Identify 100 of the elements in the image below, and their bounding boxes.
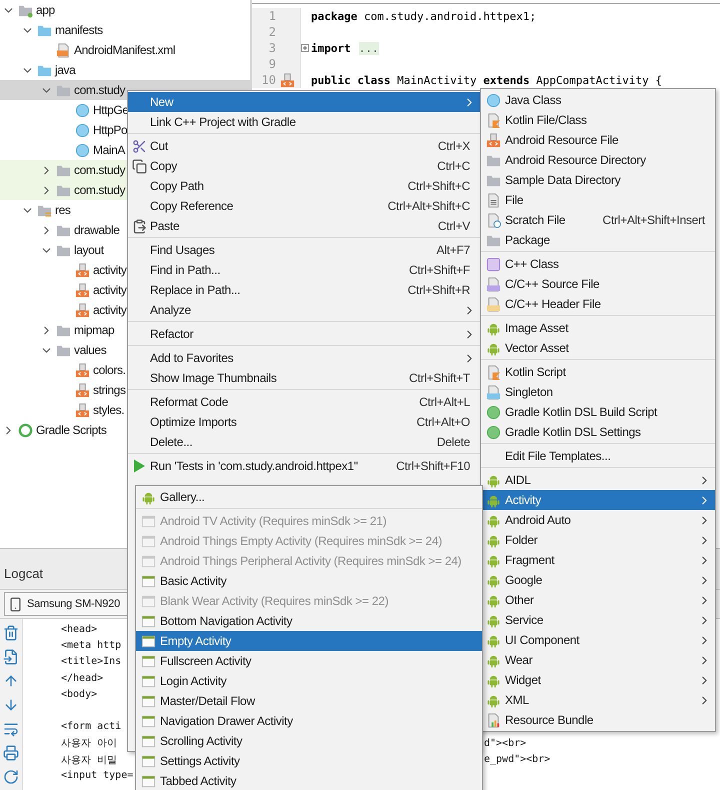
menu-item[interactable]: Login Activity [136, 671, 482, 691]
menu-item[interactable]: Find Usages Alt+F7 [128, 240, 480, 260]
header-file-icon [486, 296, 500, 312]
gradle-icon [486, 404, 500, 420]
class-icon [75, 122, 90, 138]
menu-item[interactable]: Singleton [481, 382, 715, 402]
menu-item[interactable]: XML [481, 690, 715, 710]
menu-item[interactable]: Android Resource File [481, 130, 715, 150]
xml-file-icon [75, 302, 90, 318]
class-icon [75, 102, 90, 118]
menu-item[interactable]: Refactor [128, 324, 480, 344]
menu-item[interactable]: Navigation Drawer Activity [136, 711, 482, 731]
menu-item[interactable]: Fullscreen Activity [136, 651, 482, 671]
menu-item[interactable]: Settings Activity [136, 751, 482, 771]
copy-icon [132, 158, 146, 174]
log-line: e_pwd"><br> [484, 754, 550, 766]
menu-item[interactable]: Scrolling Activity [136, 731, 482, 751]
menu-item[interactable]: Cut Ctrl+X [128, 136, 480, 156]
menu-item[interactable]: C/C++ Source File [481, 274, 715, 294]
tree-item[interactable]: java [0, 60, 250, 80]
log-line: </head> [61, 672, 104, 684]
cpp-class-icon [486, 256, 500, 272]
xml-file-icon [75, 362, 90, 378]
file-icon [486, 192, 500, 208]
menu-item[interactable]: Gradle Kotlin DSL Settings [481, 422, 715, 442]
menu-item[interactable]: Optimize Imports Ctrl+Alt+O [128, 412, 480, 432]
menu-item[interactable]: Sample Data Directory [481, 170, 715, 190]
menu-item[interactable]: Delete... Delete [128, 432, 480, 452]
xml-file-icon [75, 282, 90, 298]
menu-item[interactable]: Edit File Templates... [481, 446, 715, 466]
menu-item[interactable]: Kotlin Script [481, 362, 715, 382]
menu-item[interactable]: Android Resource Directory [481, 150, 715, 170]
menu-item[interactable]: C/C++ Header File [481, 294, 715, 314]
log-line: <form acti [61, 721, 122, 732]
menu-item[interactable]: Find in Path... Ctrl+Shift+F [128, 260, 480, 280]
menu-item[interactable]: Wear [481, 650, 715, 670]
menu-item[interactable]: AIDL [481, 470, 715, 490]
panel-title: Logcat [4, 566, 44, 580]
menu-item[interactable]: Tabbed Activity [136, 771, 482, 790]
menu-item[interactable]: Android Auto [481, 510, 715, 530]
menu-item[interactable]: Paste Ctrl+V [128, 216, 480, 236]
menu-item[interactable]: Google [481, 570, 715, 590]
tree-item[interactable]: AndroidManifest.xml [0, 40, 250, 60]
template-icon [140, 614, 156, 628]
menu-item[interactable]: New [128, 92, 480, 112]
menu-item[interactable]: Package [481, 230, 715, 250]
restart-icon[interactable] [3, 769, 19, 785]
line-number: 9 [268, 57, 276, 71]
folded-code[interactable]: ... [358, 42, 379, 54]
menu-item[interactable]: Service [481, 610, 715, 630]
template-icon [140, 534, 156, 548]
menu-item[interactable]: Activity [481, 490, 715, 510]
menu-item[interactable]: Empty Activity [136, 631, 482, 651]
menu-item[interactable]: Kotlin File/Class [481, 110, 715, 130]
menu-item[interactable]: Gradle Kotlin DSL Build Script [481, 402, 715, 422]
menu-item[interactable]: Show Image Thumbnails Ctrl+Shift+T [128, 368, 480, 388]
xml-file-icon [75, 262, 90, 278]
class-icon [75, 142, 90, 158]
line-number: 2 [268, 25, 276, 39]
template-icon [140, 634, 156, 648]
template-icon [140, 674, 156, 688]
tree-item[interactable]: app [0, 0, 250, 20]
source-file-icon [486, 276, 500, 292]
phone-icon [8, 596, 23, 612]
menu-item[interactable]: Scratch File Ctrl+Alt+Shift+Insert [481, 210, 715, 230]
menu-item[interactable]: UI Component [481, 630, 715, 650]
template-icon [140, 694, 156, 708]
menu-item[interactable]: Fragment [481, 550, 715, 570]
menu-item[interactable]: Basic Activity [136, 571, 482, 591]
menu-item[interactable]: Folder [481, 530, 715, 550]
menu-item[interactable]: Replace in Path... Ctrl+Shift+R [128, 280, 480, 300]
log-line: <meta http [61, 640, 122, 651]
trash-icon[interactable] [3, 625, 19, 641]
menu-item[interactable]: Java Class [481, 90, 715, 110]
menu-item[interactable]: Resource Bundle [481, 710, 715, 730]
menu-item[interactable]: Run 'Tests in 'com.study.android.httpex1'' Ctrl+Shift+F10 [128, 456, 480, 476]
log-line: 사용자 비밀 [61, 754, 118, 767]
menu-item[interactable]: Reformat Code Ctrl+Alt+L [128, 392, 480, 412]
menu-item[interactable]: Master/Detail Flow [136, 691, 482, 711]
import-icon[interactable] [3, 649, 19, 665]
scissors-icon [132, 138, 146, 154]
tree-item[interactable]: manifests [0, 20, 250, 40]
menu-item[interactable]: Gallery... [136, 487, 482, 507]
fold-icon[interactable] [301, 44, 309, 52]
menu-item[interactable]: Vector Asset [481, 338, 715, 358]
wrap-icon[interactable] [3, 721, 19, 737]
run-icon [131, 458, 147, 474]
menu-item[interactable]: File [481, 190, 715, 210]
menu-item[interactable]: Analyze [128, 300, 480, 320]
log-line: <title>Ins [61, 656, 122, 668]
line-number: 1 [268, 9, 276, 23]
print-icon[interactable] [3, 745, 19, 761]
menu-item[interactable]: C++ Class [481, 254, 715, 274]
menu-item[interactable]: Widget [481, 670, 715, 690]
menu-item[interactable]: Link C++ Project with Gradle [128, 112, 480, 132]
menu-item[interactable]: Other [481, 590, 715, 610]
line-number: 3 [268, 41, 276, 55]
singleton-file-icon [486, 384, 500, 400]
menu-item[interactable]: Image Asset [481, 318, 715, 338]
menu-item[interactable]: Add to Favorites [128, 348, 480, 368]
